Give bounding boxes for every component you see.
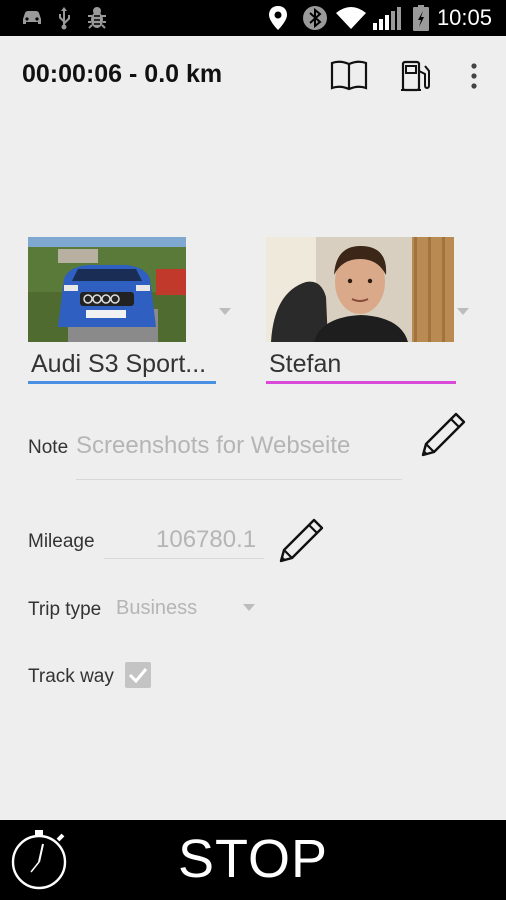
mileage-input[interactable]: 106780.1	[156, 526, 256, 554]
clock-time: 10:05	[436, 5, 492, 30]
action-bar: 00:00:06 - 0.0 km	[0, 36, 506, 116]
battery-charging-icon	[412, 0, 430, 36]
logbook-icon[interactable]	[326, 54, 372, 98]
overflow-menu-icon[interactable]	[464, 54, 484, 98]
mileage-input-underline	[104, 558, 264, 559]
driver-photo[interactable]	[266, 237, 454, 342]
vehicle-dropdown-arrow-icon[interactable]	[219, 308, 231, 315]
driver-underline	[266, 381, 456, 384]
trip-timer-distance: 00:00:06 - 0.0 km	[22, 60, 223, 88]
driver-dropdown-arrow-icon[interactable]	[457, 308, 469, 315]
trip-type-label: Trip type	[28, 599, 102, 620]
vehicle-name[interactable]: Audi S3 Sport...	[31, 350, 216, 379]
wifi-icon	[335, 0, 367, 36]
checkmark-icon	[128, 668, 148, 683]
edit-mileage-pencil-icon[interactable]	[276, 516, 326, 571]
stop-bar[interactable]: STOP	[0, 820, 506, 900]
signal-icon	[372, 0, 402, 36]
mileage-label: Mileage	[28, 531, 95, 552]
note-label: Note	[28, 437, 69, 458]
bluetooth-icon	[302, 0, 328, 36]
note-input[interactable]: Screenshots for Webseite	[76, 432, 350, 460]
driver-name[interactable]: Stefan	[269, 350, 454, 379]
stop-button[interactable]: STOP	[0, 828, 506, 890]
fuel-icon[interactable]	[396, 54, 436, 98]
track-way-checkbox[interactable]	[125, 662, 151, 688]
usb-icon	[56, 0, 72, 36]
edit-note-pencil-icon[interactable]	[418, 410, 468, 465]
trip-type-select[interactable]: Business	[116, 597, 197, 620]
vehicle-underline	[28, 381, 216, 384]
status-bar: 10:05	[0, 0, 506, 36]
car-icon	[20, 0, 44, 36]
track-way-label: Track way	[28, 666, 114, 687]
trip-type-dropdown-arrow-icon[interactable]	[243, 604, 255, 611]
vehicle-photo[interactable]	[28, 237, 186, 342]
note-input-underline	[76, 479, 402, 480]
location-icon	[268, 0, 288, 36]
bug-icon	[86, 0, 108, 36]
